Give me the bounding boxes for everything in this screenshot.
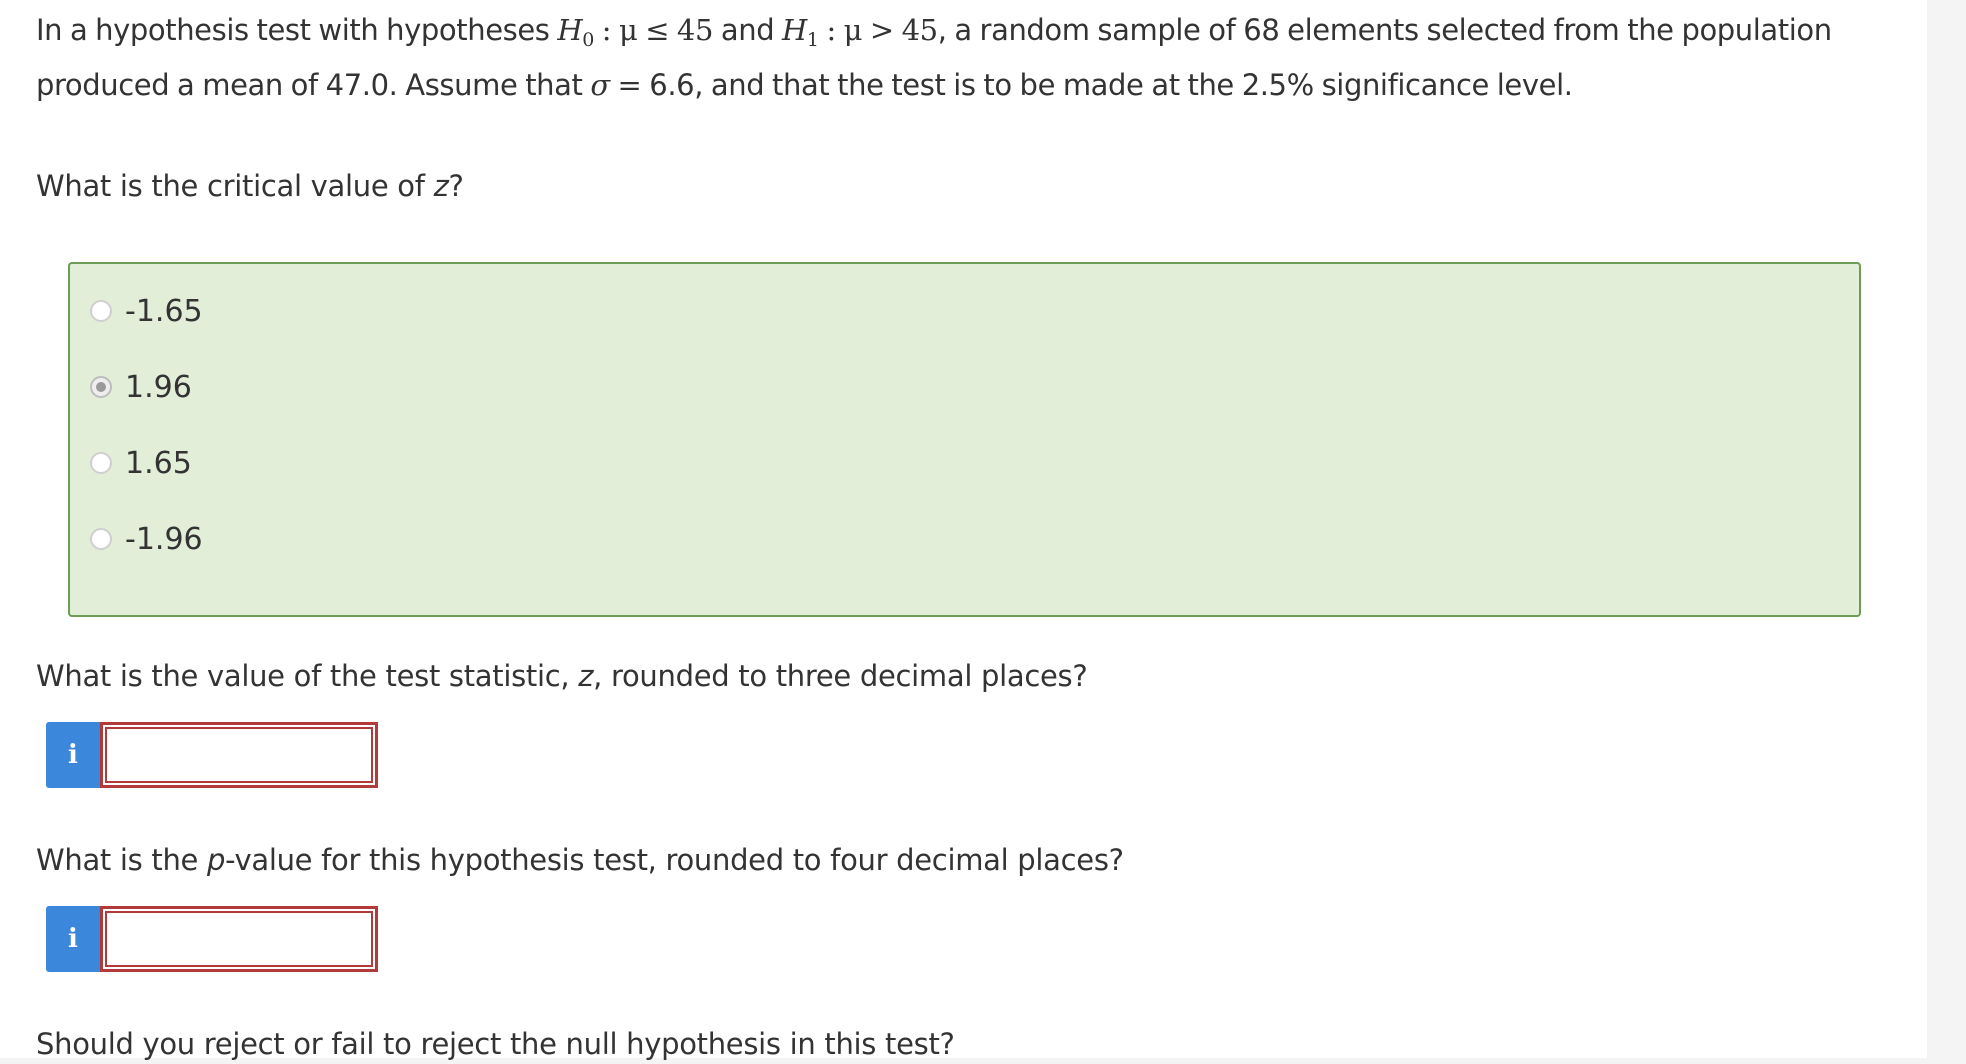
option-label: 1.96 (125, 369, 192, 405)
radio-button[interactable] (90, 528, 112, 550)
question-text: What is the (36, 843, 208, 877)
test-statistic-answer: i (46, 722, 378, 788)
question-test-statistic: What is the value of the test statistic,… (36, 656, 1088, 696)
question-text-end: ? (448, 169, 464, 203)
h0-symbol: H (557, 13, 583, 47)
h0-subscript: 0 (582, 29, 594, 51)
option-1-96[interactable]: 1.96 (90, 367, 192, 407)
equals-sign: = (609, 68, 650, 102)
option-label: -1.65 (125, 293, 203, 329)
radio-button[interactable] (90, 300, 112, 322)
option-neg-1-96[interactable]: -1.96 (90, 519, 203, 559)
sigma-symbol: σ (590, 68, 610, 102)
radio-button[interactable] (90, 452, 112, 474)
question-p-value: What is the p-value for this hypothesis … (36, 840, 1124, 880)
p-value-answer: i (46, 906, 378, 972)
test-statistic-input[interactable] (100, 722, 378, 788)
option-label: -1.96 (125, 521, 203, 557)
h0-relation: : μ ≤ 45 (593, 13, 714, 47)
question-text: What is the value of the test statistic, (36, 659, 579, 693)
p-value-input[interactable] (100, 906, 378, 972)
question-text-end: , rounded to three decimal places? (593, 659, 1088, 693)
question-reject-null: Should you reject or fail to reject the … (36, 1027, 955, 1061)
intro-text-4: 6.6, and that the test is to be made at … (649, 68, 1573, 102)
option-neg-1-65[interactable]: -1.65 (90, 291, 203, 331)
scrollbar-track[interactable] (1927, 0, 1966, 1058)
intro-text-1: In a hypothesis test with hypotheses (36, 13, 558, 47)
answer-options-panel: -1.65 1.96 1.65 -1.96 (68, 262, 1861, 617)
problem-statement: In a hypothesis test with hypotheses H0 … (36, 8, 1896, 108)
question-text: What is the critical value of (36, 169, 434, 203)
question-variable: p (207, 843, 226, 877)
radio-button-selected[interactable] (90, 376, 112, 398)
question-text-end: -value for this hypothesis test, rounded… (225, 843, 1124, 877)
intro-text-2: and (713, 13, 783, 47)
question-critical-value: What is the critical value of z? (36, 166, 464, 206)
h1-relation: : μ > 45 (818, 13, 938, 47)
h1-symbol: H (782, 13, 807, 47)
question-variable: z (433, 169, 449, 203)
h1-subscript: 1 (806, 29, 819, 51)
question-variable: z (578, 659, 594, 693)
option-label: 1.65 (125, 445, 192, 481)
option-1-65[interactable]: 1.65 (90, 443, 192, 483)
info-button[interactable]: i (46, 722, 100, 788)
info-button[interactable]: i (46, 906, 100, 972)
question-page: In a hypothesis test with hypotheses H0 … (0, 0, 1927, 1061)
